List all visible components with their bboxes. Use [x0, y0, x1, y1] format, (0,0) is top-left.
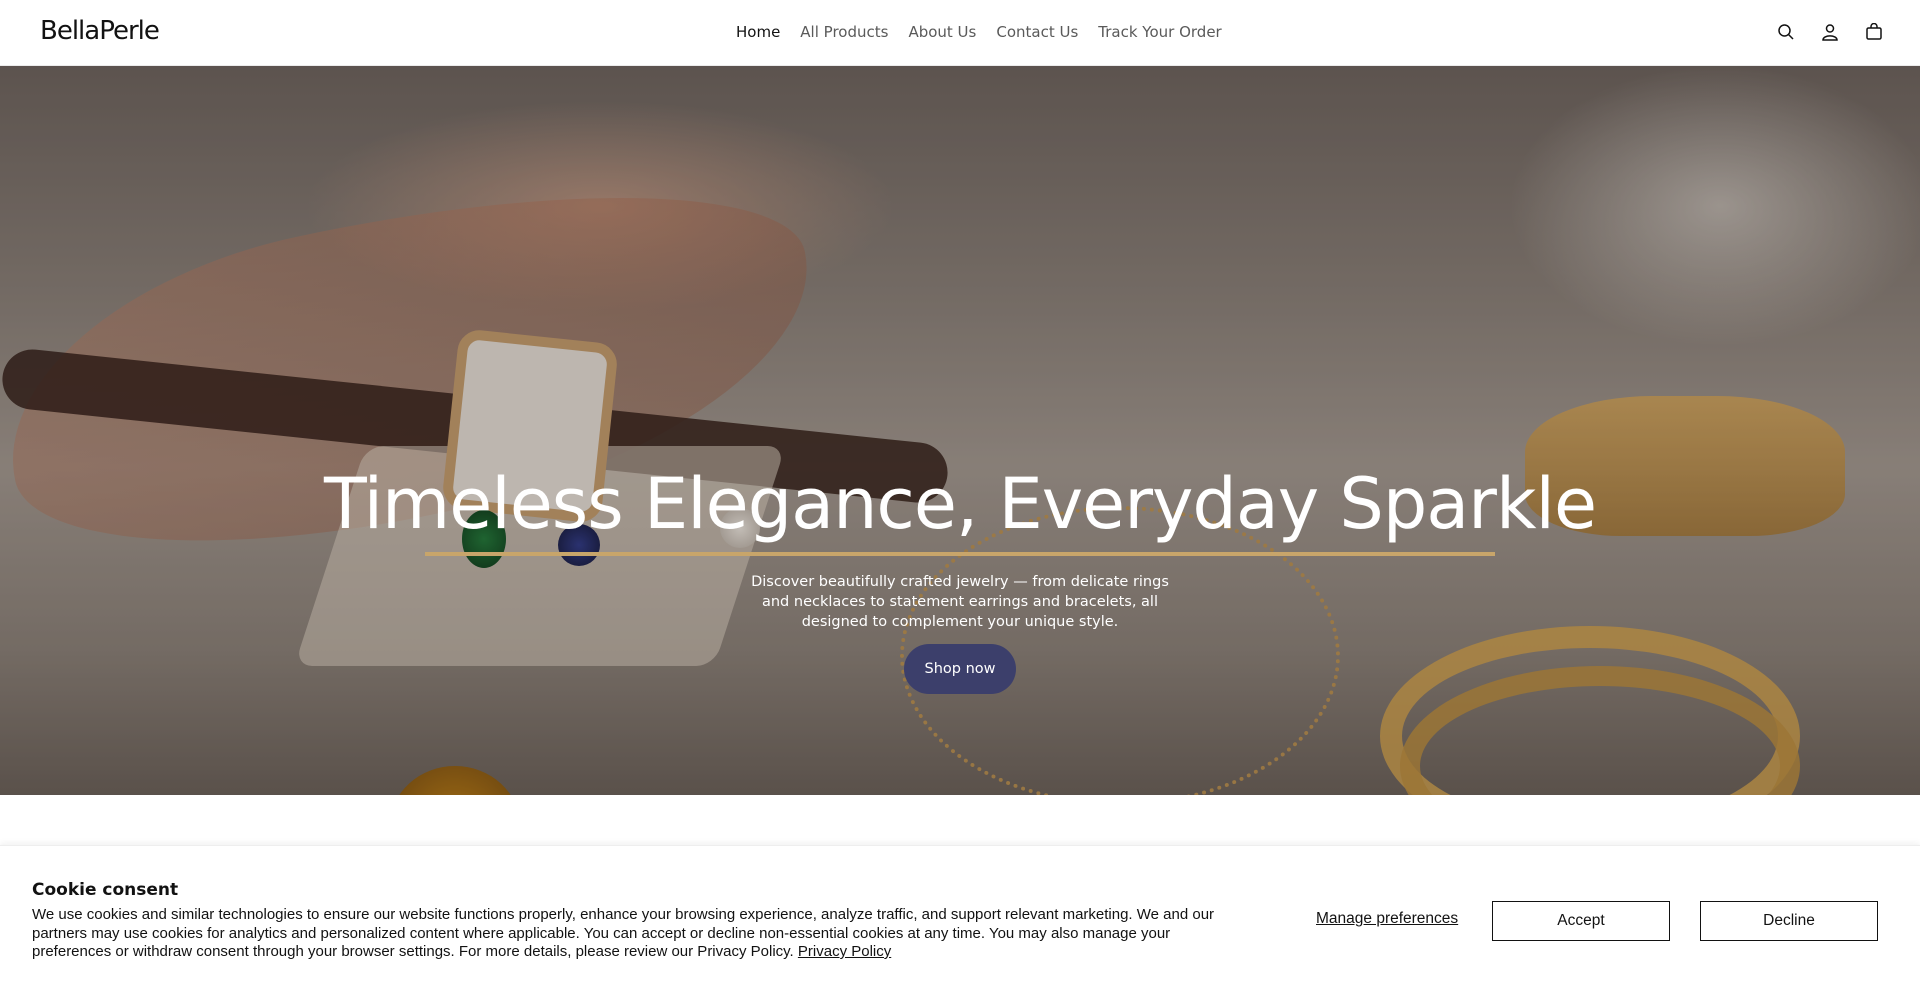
- hero-title-underline: [425, 552, 1495, 556]
- cookie-title: Cookie consent: [32, 880, 179, 900]
- privacy-policy-link[interactable]: Privacy Policy: [798, 943, 891, 960]
- main-nav: Home All Products About Us Contact Us Tr…: [726, 23, 1232, 41]
- cookie-body-text: We use cookies and similar technologies …: [32, 906, 1215, 960]
- search-icon[interactable]: [1774, 20, 1798, 44]
- brand-logo[interactable]: BellaPerle: [40, 16, 160, 46]
- cookie-body: We use cookies and similar technologies …: [32, 906, 1232, 962]
- manage-preferences-link[interactable]: Manage preferences: [1316, 910, 1458, 928]
- cart-icon[interactable]: [1862, 20, 1886, 44]
- account-icon[interactable]: [1818, 20, 1842, 44]
- nav-item-track-order[interactable]: Track Your Order: [1088, 23, 1231, 41]
- nav-item-all-products[interactable]: All Products: [790, 23, 898, 41]
- nav-item-about-us[interactable]: About Us: [898, 23, 986, 41]
- nav-item-contact-us[interactable]: Contact Us: [986, 23, 1088, 41]
- nav-item-home[interactable]: Home: [726, 23, 790, 41]
- header-icons: [1774, 20, 1886, 44]
- accept-button[interactable]: Accept: [1492, 901, 1670, 941]
- hero-description: Discover beautifully crafted jewelry — f…: [751, 574, 1169, 630]
- hero-title: Timeless Elegance, Everyday Sparkle: [323, 463, 1597, 545]
- shop-now-button[interactable]: Shop now: [904, 644, 1016, 694]
- cookie-consent-banner: Cookie consent We use cookies and simila…: [0, 845, 1920, 993]
- decline-button[interactable]: Decline: [1700, 901, 1878, 941]
- site-header: BellaPerle Home All Products About Us Co…: [0, 0, 1920, 66]
